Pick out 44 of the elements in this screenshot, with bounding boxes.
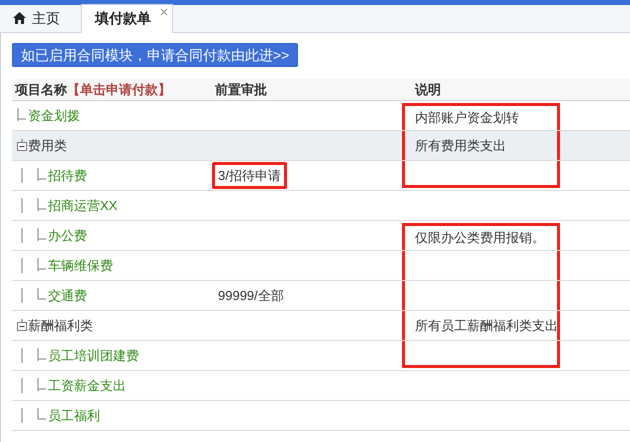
collapse-icon[interactable]: [16, 318, 28, 332]
item-link[interactable]: 车辆维保费: [48, 256, 113, 276]
table-row[interactable]: 车辆维保费: [12, 251, 630, 281]
approval-text: 99999/全部: [217, 286, 285, 305]
item-link[interactable]: 办公费: [48, 226, 87, 246]
column-header: 说明: [415, 82, 441, 97]
column-hint: 【单击申请付款】: [67, 80, 171, 99]
tree-line-icon: [20, 406, 48, 424]
table-row[interactable]: 招待费 3/招待申请: [12, 161, 630, 191]
table-row[interactable]: 办公费 仅限办公类费用报销。: [12, 221, 630, 251]
table-row[interactable]: 资金划拨 内部账户资金划转: [12, 101, 630, 131]
category-label[interactable]: 费用类: [28, 136, 67, 156]
item-link[interactable]: 招商运营XX: [48, 196, 118, 216]
tab[interactable]: 主页: [0, 4, 81, 32]
table-row[interactable]: 薪酬福利类 所有员工薪酬福利类支出: [12, 311, 630, 341]
table-row[interactable]: 交通费 99999/全部: [12, 281, 630, 311]
item-link[interactable]: 员工培训团建费: [48, 346, 139, 366]
item-link[interactable]: 工资薪金支出: [48, 376, 126, 396]
note-text: 仅限办公类费用报销。: [415, 229, 545, 248]
tab[interactable]: 填付款单: [81, 4, 173, 33]
tree-line-icon: [20, 166, 48, 184]
table-row[interactable]: 员工培训团建费: [12, 341, 630, 371]
category-label[interactable]: 薪酬福利类: [28, 316, 93, 336]
collapse-icon[interactable]: [16, 138, 28, 152]
item-link[interactable]: 招待费: [48, 166, 87, 186]
approval-text: 3/招待申请: [212, 162, 287, 190]
item-link[interactable]: 资金划拨: [28, 106, 80, 126]
item-link[interactable]: 交通费: [48, 286, 87, 306]
item-link[interactable]: 员工福利: [48, 406, 100, 426]
note-text: 所有费用类支出: [415, 136, 506, 155]
note-text: 所有员工薪酬福利类支出: [415, 316, 558, 335]
tree-line-icon: [20, 196, 48, 214]
tree-line-icon: [20, 346, 48, 364]
table-row[interactable]: 费用类 所有费用类支出: [12, 131, 630, 161]
column-header: 项目名称: [15, 80, 67, 99]
tree-line-icon: [20, 286, 48, 304]
tree-line-icon: [20, 226, 48, 244]
contract-payment-button[interactable]: 如已启用合同模块，申请合同付款由此进>>: [12, 43, 298, 67]
tree-line-icon: [20, 256, 48, 274]
close-icon[interactable]: [160, 8, 168, 16]
home-icon: [13, 12, 26, 24]
column-header: 前置审批: [215, 82, 267, 97]
tree-line-icon: [20, 376, 48, 394]
note-text: 内部账户资金划转: [415, 109, 519, 128]
